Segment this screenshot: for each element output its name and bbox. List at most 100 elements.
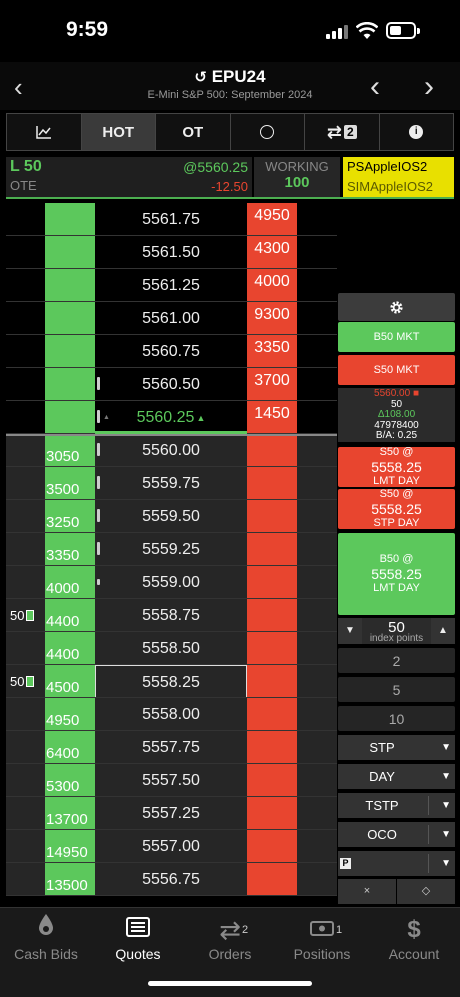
account-selector[interactable]: PSAppleIOS2 SIMAppleIOS2: [343, 157, 454, 197]
previous-instrument-button[interactable]: ‹: [370, 70, 380, 104]
ask-cell[interactable]: [247, 500, 297, 533]
settings-button[interactable]: [338, 293, 455, 321]
ask-cell[interactable]: [247, 566, 297, 599]
bid-cell[interactable]: 13500: [45, 863, 95, 896]
price-cell[interactable]: 5558.75: [95, 599, 247, 632]
sell-working-cell[interactable]: [297, 269, 337, 302]
working-order-cell[interactable]: [6, 632, 45, 665]
working-order-cell[interactable]: [6, 335, 45, 368]
quantity-increase-button[interactable]: ▲: [431, 618, 455, 644]
bid-cell[interactable]: [45, 368, 95, 401]
home-indicator[interactable]: [148, 981, 312, 986]
working-order-cell[interactable]: [6, 698, 45, 731]
bid-cell[interactable]: 14950: [45, 830, 95, 863]
working-order-cell[interactable]: [6, 797, 45, 830]
working-order-cell[interactable]: [6, 566, 45, 599]
sell-working-cell[interactable]: [297, 797, 337, 830]
price-cell[interactable]: 5560.00: [95, 434, 247, 467]
sell-working-cell[interactable]: [297, 203, 337, 236]
ask-cell[interactable]: [247, 797, 297, 830]
price-cell[interactable]: 5559.25: [95, 533, 247, 566]
trailing-stop-select[interactable]: TSTP ▼: [338, 793, 455, 818]
price-cell[interactable]: 5561.25: [95, 269, 247, 302]
sell-working-cell[interactable]: [297, 533, 337, 566]
sell-working-cell[interactable]: [297, 500, 337, 533]
sell-working-cell[interactable]: [297, 599, 337, 632]
price-cell[interactable]: 5557.50: [95, 764, 247, 797]
price-cell[interactable]: ▲ 5560.25 ▲: [95, 401, 247, 434]
working-order-sell-limit[interactable]: S50 @ 5558.25 LMT DAY: [338, 446, 455, 487]
bid-cell[interactable]: 4950: [45, 698, 95, 731]
ask-cell[interactable]: [247, 467, 297, 500]
sell-working-cell[interactable]: [297, 863, 337, 896]
ask-cell[interactable]: 4300: [247, 236, 297, 269]
working-order-cell[interactable]: 50: [6, 599, 45, 632]
bid-cell[interactable]: 3350: [45, 533, 95, 566]
tab-orders[interactable]: ⇄ 2 Orders: [184, 908, 276, 962]
bid-cell[interactable]: 4500: [45, 665, 95, 698]
bid-cell[interactable]: 4000: [45, 566, 95, 599]
preset-qty-button[interactable]: 10: [338, 706, 455, 731]
ask-cell[interactable]: [247, 434, 297, 467]
working-order-cell[interactable]: [6, 863, 45, 896]
bid-cell[interactable]: [45, 335, 95, 368]
working-order-cell[interactable]: [6, 830, 45, 863]
bid-cell[interactable]: [45, 203, 95, 236]
price-cell[interactable]: 5559.50: [95, 500, 247, 533]
sell-working-cell[interactable]: [297, 731, 337, 764]
sell-working-cell[interactable]: [297, 434, 337, 467]
price-cell[interactable]: 5558.00: [95, 698, 247, 731]
tab-cash-bids[interactable]: Cash Bids: [0, 908, 92, 962]
tab-ot[interactable]: OT: [156, 114, 231, 150]
tab-info[interactable]: i: [380, 114, 454, 150]
working-order-cell[interactable]: [6, 467, 45, 500]
sell-market-button[interactable]: S50 MKT: [338, 355, 455, 385]
bid-cell[interactable]: [45, 236, 95, 269]
sell-working-cell[interactable]: [297, 401, 337, 434]
working-order-cell[interactable]: [6, 731, 45, 764]
price-cell[interactable]: 5561.75: [95, 203, 247, 236]
sell-working-cell[interactable]: [297, 830, 337, 863]
bid-cell[interactable]: 5300: [45, 764, 95, 797]
preset-qty-button[interactable]: 5: [338, 677, 455, 702]
instrument-title[interactable]: ↺ EPU24: [0, 67, 460, 87]
bid-cell[interactable]: 13700: [45, 797, 95, 830]
working-order-cell[interactable]: [6, 368, 45, 401]
ask-cell[interactable]: [247, 764, 297, 797]
sell-working-cell[interactable]: [297, 368, 337, 401]
expand-button[interactable]: ◇: [397, 879, 455, 904]
ask-cell[interactable]: [247, 599, 297, 632]
bid-cell[interactable]: [45, 401, 95, 434]
tab-chart[interactable]: [7, 114, 82, 150]
position-box[interactable]: L 50 OTE @5560.25 -12.50: [6, 157, 252, 197]
working-order-cell[interactable]: [6, 764, 45, 797]
working-orders-box[interactable]: WORKING 100: [254, 157, 340, 197]
ask-cell[interactable]: 3700: [247, 368, 297, 401]
ask-cell[interactable]: 4950: [247, 203, 297, 236]
price-cell[interactable]: 5559.75: [95, 467, 247, 500]
ask-cell[interactable]: [247, 632, 297, 665]
working-order-cell[interactable]: [6, 302, 45, 335]
ask-cell[interactable]: [247, 533, 297, 566]
preset-qty-button[interactable]: 2: [338, 648, 455, 673]
price-cell[interactable]: 5559.00: [95, 566, 247, 599]
tab-positions[interactable]: 1 Positions: [276, 908, 368, 962]
ask-cell[interactable]: 4000: [247, 269, 297, 302]
working-order-cell[interactable]: [6, 203, 45, 236]
ask-cell[interactable]: [247, 731, 297, 764]
tab-quotes[interactable]: Quotes: [92, 908, 184, 962]
sell-working-cell[interactable]: [297, 665, 337, 698]
order-type-select[interactable]: STP ▼: [338, 735, 455, 760]
ask-cell[interactable]: 3350: [247, 335, 297, 368]
price-cell[interactable]: 5561.00: [95, 302, 247, 335]
bid-cell[interactable]: [45, 269, 95, 302]
ask-cell[interactable]: 1450: [247, 401, 297, 434]
sell-working-cell[interactable]: [297, 764, 337, 797]
ask-cell[interactable]: [247, 830, 297, 863]
ask-cell[interactable]: 9300: [247, 302, 297, 335]
ask-cell[interactable]: [247, 863, 297, 896]
working-order-sell-stop[interactable]: S50 @ 5558.25 STP DAY: [338, 488, 455, 529]
price-cell[interactable]: 5557.00: [95, 830, 247, 863]
next-instrument-button[interactable]: ›: [424, 70, 434, 104]
price-cell[interactable]: 5558.25: [95, 665, 247, 698]
